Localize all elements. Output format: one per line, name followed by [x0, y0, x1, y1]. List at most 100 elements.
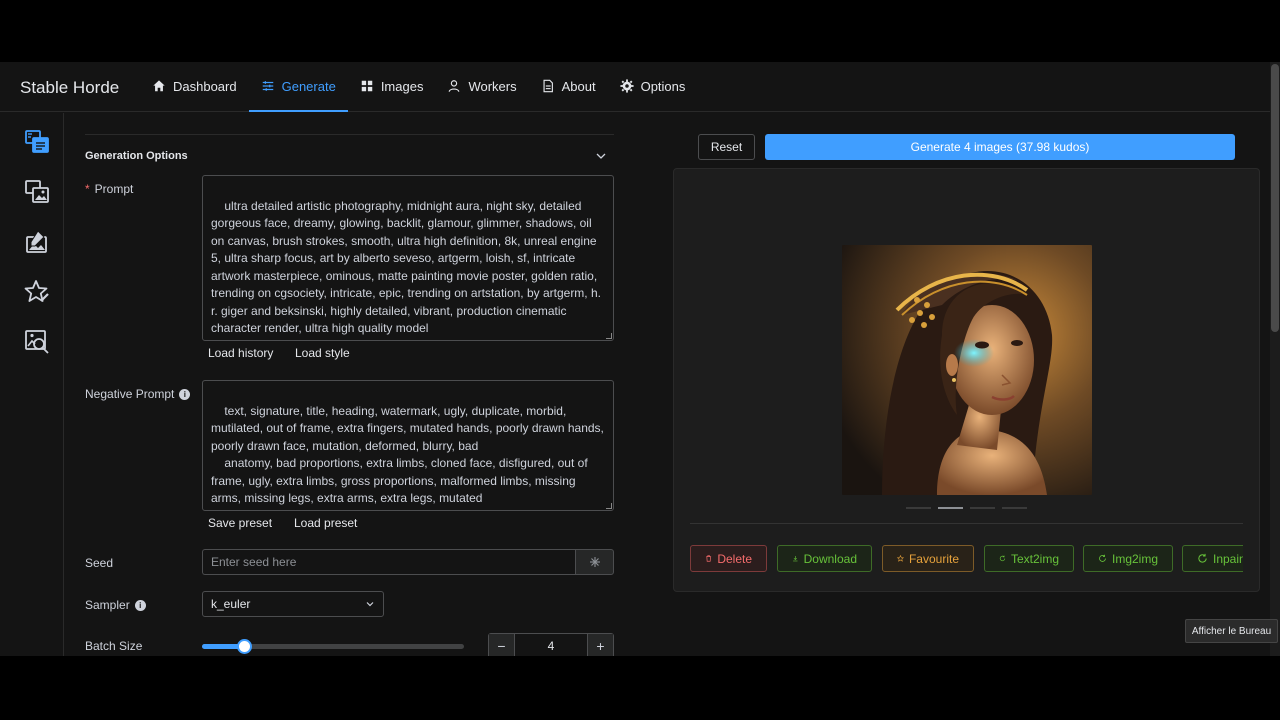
- negative-prompt-label-text: Negative Prompt: [85, 387, 175, 401]
- pager-dot[interactable]: [1002, 507, 1027, 509]
- text2img-button[interactable]: Text2img: [984, 545, 1074, 572]
- grid-icon: [361, 80, 373, 92]
- prompt-label: * Prompt: [85, 182, 133, 196]
- nav-generate-label: Generate: [281, 78, 336, 94]
- favourite-label: Favourite: [908, 551, 959, 566]
- img2img-label: Img2img: [1111, 551, 1158, 566]
- pager-dot[interactable]: [938, 507, 963, 509]
- nav-dashboard[interactable]: Dashboard: [140, 62, 249, 112]
- nav-images[interactable]: Images: [348, 62, 436, 112]
- save-preset-button[interactable]: Save preset: [208, 516, 272, 530]
- card-divider: [690, 523, 1243, 524]
- sampler-label-text: Sampler: [85, 598, 130, 612]
- app-window: Stable Horde Dashboard Generate Images W…: [0, 62, 1280, 656]
- sidebar-inpaint[interactable]: [24, 229, 50, 255]
- page-scrollbar-thumb[interactable]: [1271, 64, 1279, 332]
- sparkle-icon: [589, 557, 600, 567]
- nav-dashboard-label: Dashboard: [173, 78, 237, 94]
- batch-size-label: Batch Size: [85, 639, 142, 653]
- info-icon[interactable]: i: [179, 388, 191, 400]
- bottom-letterbox: [0, 656, 1280, 720]
- img2img-button[interactable]: Img2img: [1083, 545, 1173, 572]
- refresh-icon: [1198, 553, 1207, 563]
- negative-prompt-label: Negative Prompt i: [85, 387, 191, 401]
- batch-slider-handle[interactable]: [237, 639, 252, 654]
- prompt-label-text: Prompt: [94, 182, 134, 196]
- batch-size-label-text: Batch Size: [85, 639, 143, 653]
- star-icon: [897, 554, 904, 562]
- load-history-button[interactable]: Load history: [208, 346, 273, 360]
- inpaint-label: Inpaint: [1213, 551, 1243, 566]
- sidebar-interrogate[interactable]: [24, 329, 50, 355]
- reset-button[interactable]: Reset: [698, 134, 755, 160]
- sidebar-rate[interactable]: [24, 279, 50, 305]
- random-seed-button[interactable]: [575, 549, 614, 575]
- star-edit-icon: [24, 280, 49, 302]
- download-icon: [793, 556, 798, 562]
- sliders-icon: [262, 81, 273, 91]
- info-icon[interactable]: i: [134, 599, 146, 611]
- batch-size-value[interactable]: 4: [515, 634, 587, 656]
- required-marker: *: [85, 182, 90, 196]
- generated-portrait-image: [842, 245, 1092, 495]
- image-pager: [906, 507, 1027, 509]
- increment-button[interactable]: +: [587, 634, 613, 656]
- img2img-icon: [25, 180, 49, 203]
- nav-workers-label: Workers: [468, 78, 517, 94]
- download-label: Download: [803, 551, 857, 566]
- document-icon: [543, 79, 553, 93]
- nav-options-label: Options: [640, 78, 686, 94]
- sampler-select[interactable]: k_euler: [202, 591, 384, 617]
- load-preset-button[interactable]: Load preset: [294, 516, 357, 530]
- home-icon: [153, 80, 165, 92]
- generation-options-title[interactable]: Generation Options: [85, 150, 188, 162]
- nav-images-label: Images: [380, 78, 424, 94]
- generated-image[interactable]: [842, 245, 1092, 495]
- negative-prompt-textarea[interactable]: text, signature, title, heading, waterma…: [202, 380, 614, 511]
- text2img-label: Text2img: [1010, 551, 1059, 566]
- trash-icon: [706, 555, 712, 562]
- batch-size-stepper: − 4 +: [488, 633, 614, 656]
- pager-dot[interactable]: [970, 507, 995, 509]
- nav-generate[interactable]: Generate: [248, 62, 348, 112]
- seed-label: Seed: [85, 556, 113, 570]
- preview-card: Delete Download Favourite Text2img Img2i…: [673, 168, 1260, 592]
- sidebar-text2img[interactable]: [24, 129, 50, 155]
- seed-label-text: Seed: [85, 556, 114, 570]
- chevron-down-icon[interactable]: [595, 150, 607, 162]
- nav-about[interactable]: About: [529, 62, 608, 112]
- show-desktop-tooltip: Afficher le Bureau: [1185, 619, 1278, 643]
- negative-prompt-text: text, signature, title, heading, waterma…: [211, 403, 604, 511]
- refresh-icon: [1099, 554, 1106, 562]
- generate-button[interactable]: Generate 4 images (37.98 kudos): [765, 134, 1235, 160]
- refresh-icon: [999, 555, 1006, 562]
- gear-icon: [620, 79, 634, 93]
- nav-about-label: About: [561, 78, 596, 94]
- sampler-label: Sampler i: [85, 598, 146, 612]
- load-style-button[interactable]: Load style: [295, 346, 350, 360]
- form-divider: [85, 134, 614, 135]
- nav-workers[interactable]: Workers: [435, 62, 528, 112]
- main-nav: Dashboard Generate Images Workers About …: [140, 62, 697, 112]
- pager-dot[interactable]: [906, 507, 931, 509]
- prompt-resize-handle[interactable]: [606, 333, 612, 339]
- user-icon: [449, 80, 460, 92]
- interrogate-icon: [25, 330, 49, 354]
- brand-title: Stable Horde: [20, 78, 120, 97]
- download-button[interactable]: Download: [777, 545, 872, 572]
- decrement-button[interactable]: −: [489, 634, 515, 656]
- top-header: Stable Horde Dashboard Generate Images W…: [0, 62, 1270, 112]
- delete-button[interactable]: Delete: [690, 545, 767, 572]
- inpaint-button[interactable]: Inpaint: [1182, 545, 1243, 572]
- delete-label: Delete: [717, 551, 752, 566]
- batch-size-slider[interactable]: [202, 639, 464, 654]
- sampler-value: k_euler: [211, 597, 251, 611]
- image-actions: Delete Download Favourite Text2img Img2i…: [690, 545, 1243, 573]
- seed-input[interactable]: [202, 549, 576, 575]
- prompt-textarea[interactable]: ultra detailed artistic photography, mid…: [202, 175, 614, 341]
- sidebar-img2img[interactable]: [24, 179, 50, 205]
- nav-options[interactable]: Options: [608, 62, 698, 112]
- negative-resize-handle[interactable]: [606, 503, 612, 509]
- mode-sidebar: [0, 113, 64, 656]
- favourite-button[interactable]: Favourite: [882, 545, 974, 572]
